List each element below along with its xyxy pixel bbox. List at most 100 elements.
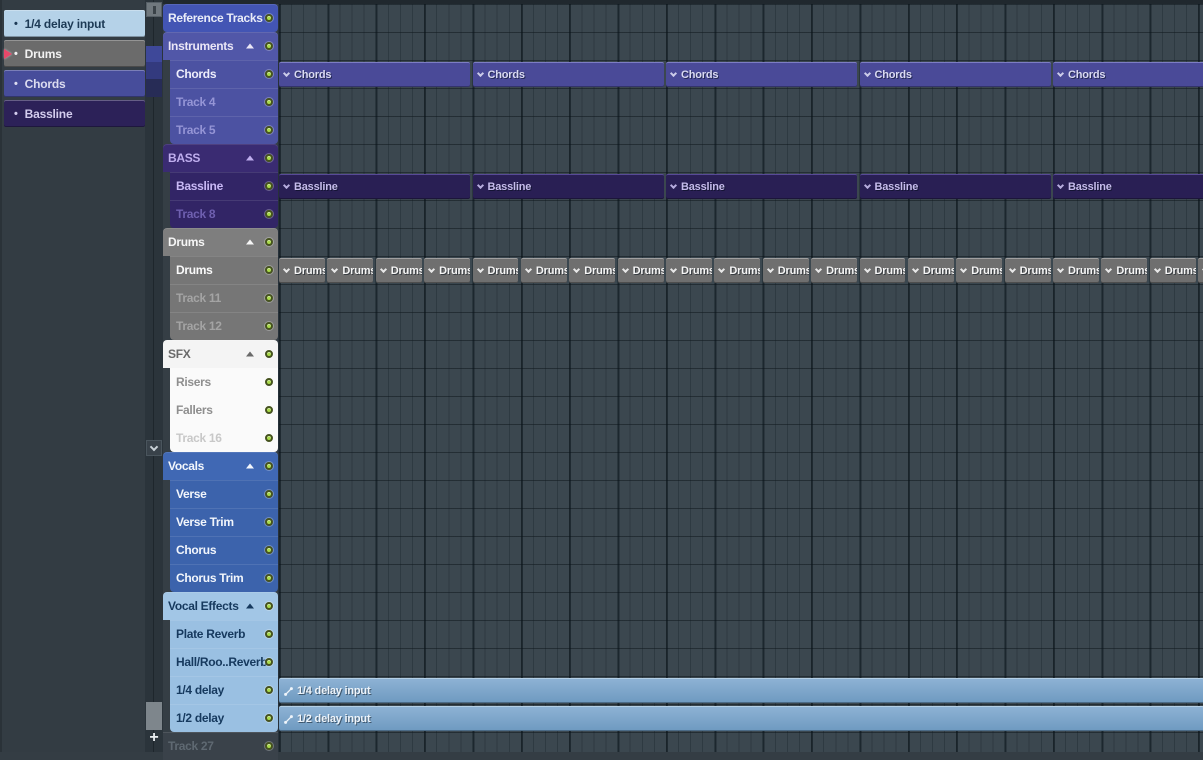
scrollbar-top-button[interactable] [146,2,162,17]
track-mute-led[interactable] [265,546,273,554]
pattern-clip-drums[interactable]: Drums [811,258,858,283]
clip-menu-chevron-icon[interactable] [1056,69,1065,78]
track-header-drums-10[interactable]: Drums [170,256,278,284]
track-header-drums-9[interactable]: Drums [163,228,278,256]
clip-menu-chevron-icon[interactable] [573,265,581,274]
track-mute-led[interactable] [265,378,273,386]
track-mute-led[interactable] [265,518,273,526]
track-mute-led[interactable] [265,98,273,106]
track-header-fallers-15[interactable]: Fallers [170,396,278,424]
pattern-clip-chords[interactable]: Chords [666,62,858,87]
track-header-track-4-4[interactable]: Track 4 [170,88,278,116]
clip-menu-chevron-icon[interactable] [476,181,484,190]
track-header-track-11-11[interactable]: Track 11 [170,284,278,312]
collapse-arrow-icon[interactable] [246,463,254,469]
clip-menu-chevron-icon[interactable] [621,265,629,274]
pattern-clip-drums[interactable]: Drums [279,258,325,283]
track-mute-led[interactable] [265,266,273,274]
track-mute-led[interactable] [265,294,273,302]
clip-menu-chevron-icon[interactable] [669,181,678,190]
track-mute-led[interactable] [265,742,273,750]
clip-menu-chevron-icon[interactable] [911,265,919,274]
pattern-clip-bassline[interactable]: Bassline [859,174,1051,199]
track-mute-led[interactable] [265,42,273,50]
picker-item-chords[interactable]: • Chords [4,70,145,97]
clip-menu-chevron-icon[interactable] [863,69,871,78]
clip-menu-chevron-icon[interactable] [282,265,291,274]
scroll-down-button[interactable] [146,440,162,456]
pattern-clip-drums[interactable]: Drums [907,258,954,283]
pattern-clip-drums[interactable]: Drums [666,258,712,283]
clip-menu-chevron-icon[interactable] [1008,265,1016,274]
pattern-clip-drums[interactable]: Drums [472,258,519,283]
pattern-clip-drums[interactable]: Drums [714,258,761,283]
track-mute-led[interactable] [265,490,273,498]
clip-menu-chevron-icon[interactable] [1153,265,1161,274]
picker-item-1-4-delay-input[interactable]: • 1/4 delay input [4,10,145,37]
pattern-clip-drums[interactable]: Drums [859,258,906,283]
track-header-track-8-8[interactable]: Track 8 [170,200,278,228]
clip-menu-chevron-icon[interactable] [331,265,339,274]
track-mute-led[interactable] [265,574,273,582]
clip-menu-chevron-icon[interactable] [815,265,823,274]
collapse-arrow-icon[interactable] [246,603,254,609]
collapse-arrow-icon[interactable] [246,351,254,357]
track-header-bass-6[interactable]: BASS [163,144,278,172]
track-header-vocal-effects-22[interactable]: Vocal Effects [163,592,278,620]
clip-menu-chevron-icon[interactable] [476,265,484,274]
track-header-instruments-2[interactable]: Instruments [163,32,278,60]
track-header-1-4-delay-25[interactable]: 1/4 delay [170,676,278,704]
clip-menu-chevron-icon[interactable] [960,265,968,274]
track-header-risers-14[interactable]: Risers [170,368,278,396]
clip-menu-chevron-icon[interactable] [282,69,291,78]
scrollbar-thumb[interactable] [146,702,162,730]
clip-menu-chevron-icon[interactable] [1056,181,1065,190]
pattern-clip-drums[interactable]: Drums [327,258,374,283]
track-mute-led[interactable] [265,154,273,162]
clip-menu-chevron-icon[interactable] [282,181,291,190]
pattern-clip-drums[interactable]: Drums [956,258,1003,283]
pattern-clip-drums[interactable]: Drums [1198,258,1203,283]
track-header-track-27-27[interactable]: Track 27 [163,732,278,760]
track-mute-led[interactable] [265,686,273,694]
pattern-clip-drums[interactable]: Drums [762,258,809,283]
clip-menu-chevron-icon[interactable] [1056,265,1065,274]
clip-menu-chevron-icon[interactable] [428,265,436,274]
track-mute-led[interactable] [265,462,273,470]
track-header-reference-tracks-1[interactable]: Reference Tracks [163,4,278,32]
clip-menu-chevron-icon[interactable] [669,265,678,274]
track-mute-led[interactable] [265,658,273,666]
pattern-clip-bassline[interactable]: Bassline [666,174,858,199]
track-mute-led[interactable] [265,350,273,358]
track-mute-led[interactable] [265,322,273,330]
playlist-vertical-scrollbar[interactable]: + [145,0,163,752]
clip-menu-chevron-icon[interactable] [863,181,871,190]
pattern-clip-bassline[interactable]: Bassline [472,174,664,199]
picker-item-drums[interactable]: • Drums [4,40,145,67]
pattern-clip-chords[interactable]: Chords [472,62,664,87]
pattern-clip-drums[interactable]: Drums [1053,258,1099,283]
track-header-verse-trim-19[interactable]: Verse Trim [170,508,278,536]
clip-menu-chevron-icon[interactable] [863,265,871,274]
pattern-clip-drums[interactable]: Drums [617,258,664,283]
audio-clip-1-2-delay-input[interactable]: 1/2 delay input [279,706,1203,731]
track-mute-led[interactable] [265,182,273,190]
playlist-grid[interactable]: Chords Chords Chords Chords Chords Bassline Ba… [278,4,1203,752]
track-header-plate-reverb-23[interactable]: Plate Reverb [170,620,278,648]
track-header-verse-18[interactable]: Verse [170,480,278,508]
track-mute-led[interactable] [265,210,273,218]
collapse-arrow-icon[interactable] [246,155,254,161]
track-mute-led[interactable] [265,406,273,414]
track-mute-led[interactable] [265,126,273,134]
clip-menu-chevron-icon[interactable] [718,265,726,274]
track-header-bassline-7[interactable]: Bassline [170,172,278,200]
track-mute-led[interactable] [265,14,273,22]
collapse-arrow-icon[interactable] [246,43,254,49]
pattern-clip-drums[interactable]: Drums [1101,258,1148,283]
clip-menu-chevron-icon[interactable] [766,265,774,274]
clip-menu-chevron-icon[interactable] [524,265,532,274]
track-header-1-2-delay-26[interactable]: 1/2 delay [170,704,278,732]
clip-menu-chevron-icon[interactable] [1105,265,1113,274]
track-header-track-16-16[interactable]: Track 16 [170,424,278,452]
clip-menu-chevron-icon[interactable] [669,69,678,78]
